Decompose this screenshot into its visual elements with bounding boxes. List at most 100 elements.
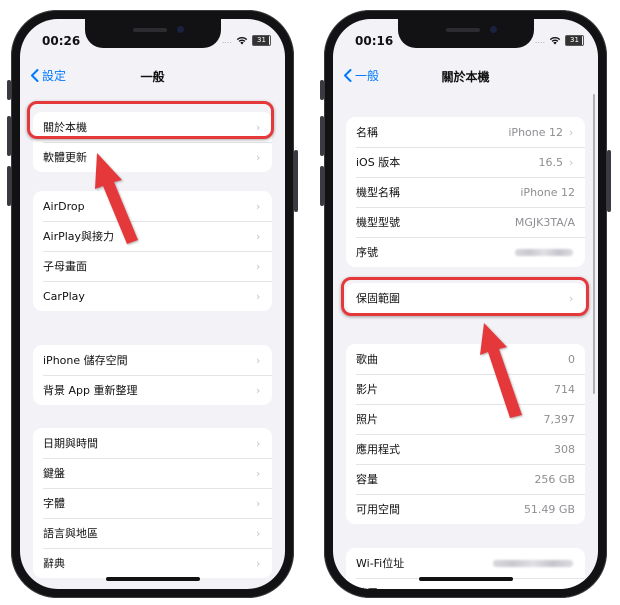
chevron-right-icon: › [256,289,261,303]
row-ios-version[interactable]: iOS 版本 16.5 › [346,147,585,177]
chevron-right-icon: › [256,526,261,540]
status-icons: .... 31 [222,35,271,46]
chevron-right-icon: › [256,556,261,570]
page-title: 一般 [140,70,165,84]
row-label: iOS 版本 [356,156,401,169]
signal-icon: .... [221,36,232,45]
row-fonts[interactable]: 字體 › [33,488,272,518]
row-songs: 歌曲 0 [346,344,585,374]
row-value: iPhone 12 [520,185,575,199]
home-indicator[interactable] [105,577,200,581]
row-iphone-storage[interactable]: iPhone 儲存空間 › [33,345,272,375]
power-button [607,150,611,212]
volume-up-button [320,116,324,156]
row-label: 子母畫面 [43,260,87,273]
row-software-update[interactable]: 軟體更新 › [33,142,272,172]
silent-switch [7,80,11,100]
scrollbar[interactable] [593,94,595,394]
battery-icon: 31 [252,35,271,46]
row-available: 可用空間 51.49 GB [346,494,585,524]
row-model-name: 機型名稱 iPhone 12 [346,177,585,207]
chevron-right-icon: › [256,383,261,397]
row-label: 可用空間 [356,503,400,516]
settings-group-4: 日期與時間 › 鍵盤 › 字體 › 語言與地區 › 辭典 › [33,428,272,578]
row-value: 0 [568,352,575,366]
row-airplay-handoff[interactable]: AirPlay與接力 › [33,221,272,251]
blurred-wifi-value [493,559,573,567]
chevron-right-icon: › [256,199,261,213]
notch [84,19,221,48]
row-value: 16.5 [538,155,564,169]
row-background-app-refresh[interactable]: 背景 App 重新整理 › [33,375,272,405]
highlight-coverage-box [341,277,589,316]
volume-down-button [320,166,324,206]
status-time: 00:26 [42,34,81,48]
row-value: 308 [554,442,575,456]
row-photos: 照片 7,397 [346,404,585,434]
chevron-right-icon: › [569,125,574,139]
row-label: 語言與地區 [43,527,98,540]
row-label: 歌曲 [356,353,378,366]
row-wifi-address: Wi-Fi位址 [346,548,585,578]
chevron-right-icon: › [256,496,261,510]
status-icons: .... 31 [535,35,584,46]
row-airdrop[interactable]: AirDrop › [33,191,272,221]
row-label: 應用程式 [356,443,400,456]
row-label: 影片 [356,383,378,396]
signal-icon: .... [534,36,545,45]
volume-down-button [7,166,11,206]
wifi-icon [236,36,248,45]
row-serial-number: 序號 [346,237,585,267]
status-time: 00:16 [355,34,394,48]
row-model-number[interactable]: 機型型號 MGJK3TA/A [346,207,585,237]
camera-icon [176,26,184,33]
row-value: 51.49 GB [523,502,575,516]
row-language-region[interactable]: 語言與地區 › [33,518,272,548]
settings-group-3: iPhone 儲存空間 › 背景 App 重新整理 › [33,345,272,405]
row-picture-in-picture[interactable]: 子母畫面 › [33,251,272,281]
row-keyboard[interactable]: 鍵盤 › [33,458,272,488]
nav-bar: 設定 一般 [20,67,285,89]
speaker [132,28,167,32]
nav-bar: 一般 關於本機 [333,67,598,89]
blurred-serial-value [515,248,573,256]
about-group-network: Wi-Fi位址 藍牙98:60:CA:8E:DD:BE [346,548,585,589]
silent-switch [320,80,324,100]
chevron-right-icon: › [256,259,261,273]
camera-icon [489,26,497,33]
row-carplay[interactable]: CarPlay › [33,281,272,311]
row-videos: 影片 714 [346,374,585,404]
row-label: 辭典 [43,557,65,570]
chevron-right-icon: › [569,155,574,169]
chevron-right-icon: › [256,353,261,367]
chevron-right-icon: › [256,150,261,164]
row-value: 256 GB [534,472,575,486]
row-label: 機型型號 [356,216,400,229]
row-label: 名稱 [356,126,378,139]
row-date-time[interactable]: 日期與時間 › [33,428,272,458]
notch [397,19,534,48]
left-phone: 00:26 .... 31 設定 一般 關於本機 › 軟體更新 › AirDrop ›… [7,10,298,598]
row-name[interactable]: 名稱 iPhone 12 › [346,117,585,147]
row-label: 字體 [43,497,65,510]
row-label: 軟體更新 [43,151,87,164]
volume-up-button [7,116,11,156]
row-value: MGJK3TA/A [514,215,575,229]
speaker [445,28,480,32]
row-dictionary[interactable]: 辭典 › [33,548,272,578]
row-label: iPhone 儲存空間 [43,354,128,367]
row-label: AirPlay與接力 [43,230,115,243]
page-title: 關於本機 [441,70,490,84]
row-label: 序號 [356,246,378,259]
row-applications: 應用程式 308 [346,434,585,464]
row-label: 背景 App 重新整理 [43,384,138,397]
chevron-right-icon: › [256,466,261,480]
row-value: iPhone 12 [508,125,563,139]
row-label: 日期與時間 [43,437,98,450]
row-label: 容量 [356,473,378,486]
row-label: 藍牙 [356,585,468,589]
wifi-icon [549,36,561,45]
home-indicator[interactable] [418,577,513,581]
row-capacity: 容量 256 GB [346,464,585,494]
about-group-media: 歌曲 0 影片 714 照片 7,397 應用程式 308 容量 256 GB 可用空間 5… [346,344,585,524]
